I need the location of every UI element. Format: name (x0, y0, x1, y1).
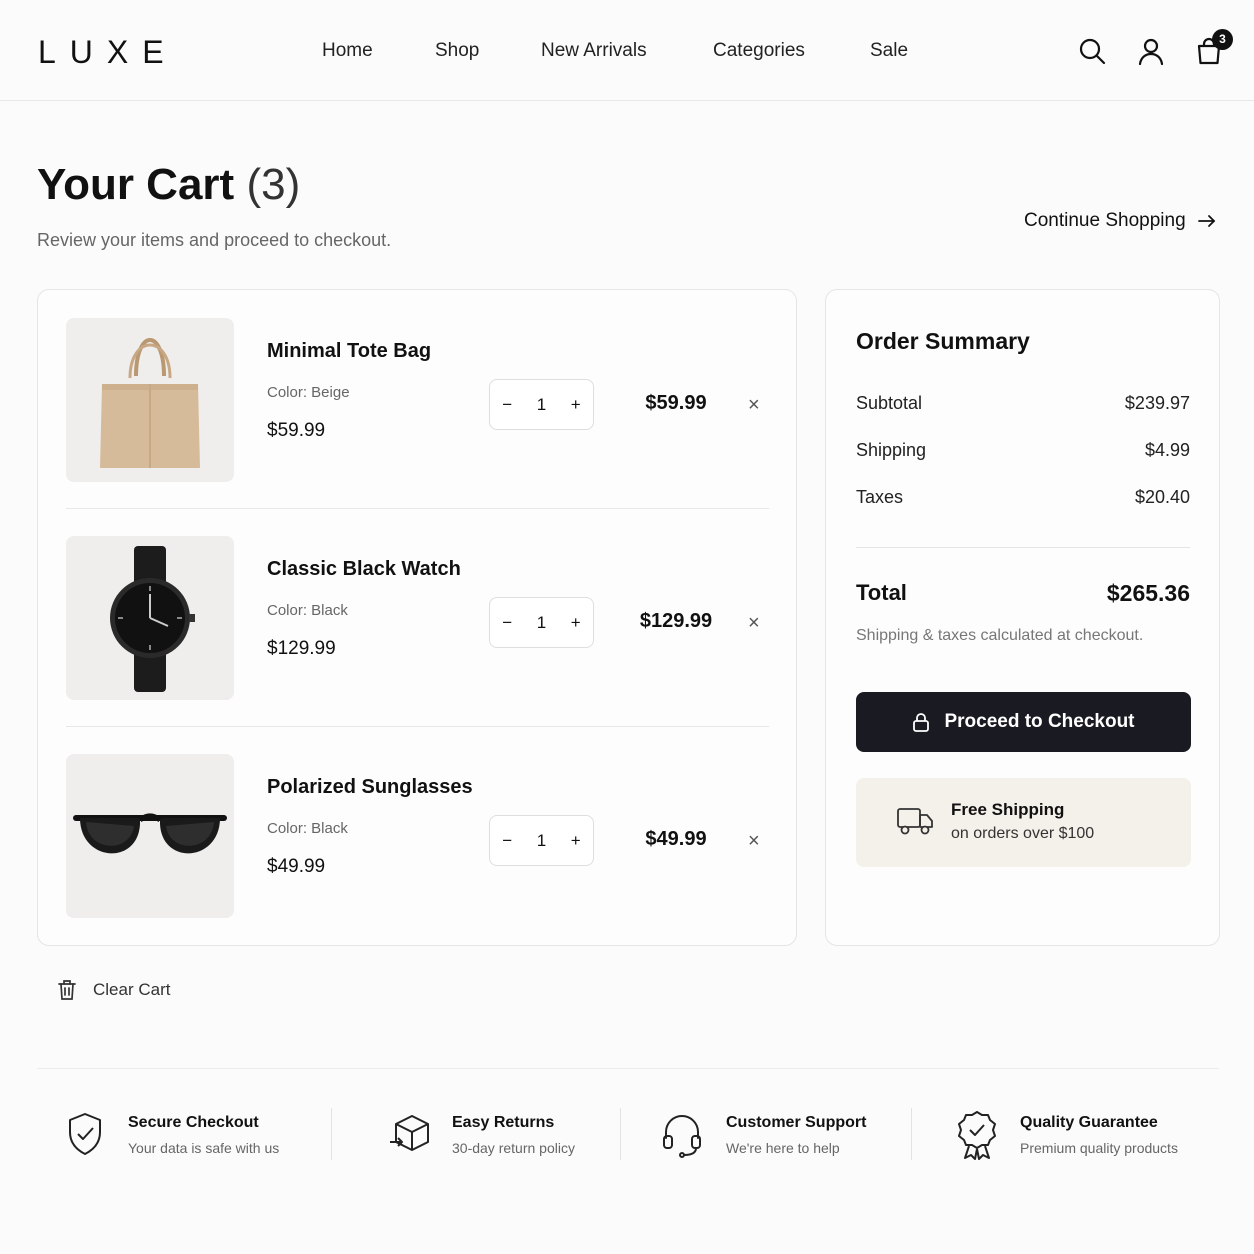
feature-quality-guarantee: Quality Guarantee Premium quality produc… (957, 1108, 1207, 1164)
item-name[interactable]: Minimal Tote Bag (267, 340, 431, 363)
item-divider (66, 508, 769, 509)
site-header: LUXE Home Shop New Arrivals Categories S… (0, 0, 1254, 101)
page-title-text: Your Cart (37, 160, 235, 209)
order-summary-title: Order Summary (856, 328, 1030, 354)
item-unit-price: $129.99 (267, 638, 336, 659)
total-label: Total (856, 580, 907, 605)
item-unit-price: $59.99 (267, 420, 326, 441)
search-icon[interactable] (1077, 36, 1107, 66)
nav-sale[interactable]: Sale (870, 40, 908, 62)
quantity-stepper: − 1 + (489, 815, 594, 866)
feature-separator (911, 1108, 912, 1160)
item-divider (66, 726, 769, 727)
quantity-decrease-button[interactable]: − (502, 613, 512, 633)
summary-divider (856, 547, 1190, 548)
feature-customer-support: Customer Support We're here to help (660, 1108, 890, 1164)
page-title-count: (3) (246, 160, 301, 209)
checkout-label: Proceed to Checkout (944, 711, 1135, 732)
tote-bag-image[interactable] (66, 318, 234, 482)
taxes-label: Taxes (856, 487, 904, 507)
remove-item-button[interactable]: × (748, 394, 760, 417)
quantity-value[interactable]: 1 (537, 613, 546, 633)
feature-title: Secure Checkout (128, 1114, 259, 1131)
feature-title: Quality Guarantee (1020, 1114, 1158, 1131)
continue-shopping-label: Continue Shopping (1024, 210, 1186, 231)
trash-icon (58, 980, 76, 1000)
item-color: Color: Black (267, 602, 348, 619)
shipping-row: Shipping $4.99 (856, 440, 1190, 461)
item-name[interactable]: Polarized Sunglasses (267, 776, 473, 799)
sunglasses-image[interactable] (66, 754, 234, 918)
free-shipping-subtitle: on orders over $100 (951, 825, 1095, 842)
cart-items-panel: Minimal Tote Bag Color: Beige $59.99 − 1… (37, 289, 797, 946)
watch-image[interactable] (66, 536, 234, 700)
feature-title: Customer Support (726, 1114, 867, 1131)
page-subtitle: Review your items and proceed to checkou… (37, 230, 392, 250)
free-shipping-title: Free Shipping (951, 800, 1065, 819)
item-line-total: $49.99 (645, 828, 707, 850)
continue-shopping-link[interactable]: Continue Shopping (1024, 210, 1216, 232)
cart-item: Minimal Tote Bag Color: Beige $59.99 − 1… (66, 318, 770, 482)
quantity-decrease-button[interactable]: − (502, 831, 512, 851)
lock-icon (913, 713, 930, 732)
shield-check-icon (69, 1113, 101, 1155)
quantity-value[interactable]: 1 (537, 831, 546, 851)
item-unit-price: $49.99 (267, 856, 326, 877)
remove-item-button[interactable]: × (748, 830, 760, 853)
feature-easy-returns: Easy Returns 30-day return policy (388, 1108, 608, 1164)
brand-logo[interactable]: LUXE (38, 34, 178, 71)
quantity-stepper: − 1 + (489, 379, 594, 430)
subtotal-value: $239.97 (1124, 393, 1190, 413)
feature-subtitle: Your data is safe with us (128, 1140, 280, 1156)
box-return-icon (390, 1115, 429, 1151)
footer-divider (37, 1068, 1219, 1069)
clear-cart-button[interactable]: Clear Cart (57, 979, 170, 1001)
taxes-value: $20.40 (1134, 487, 1190, 507)
free-shipping-banner: Free Shipping on orders over $100 (856, 778, 1191, 867)
feature-separator (620, 1108, 621, 1160)
item-name[interactable]: Classic Black Watch (267, 558, 461, 581)
headset-icon (663, 1115, 701, 1158)
page-title: Your Cart (3) (37, 160, 300, 210)
item-color: Color: Black (267, 820, 348, 837)
quantity-increase-button[interactable]: + (571, 395, 581, 415)
shipping-value: $4.99 (1144, 440, 1190, 460)
quantity-decrease-button[interactable]: − (502, 395, 512, 415)
item-line-total: $129.99 (639, 610, 713, 632)
quantity-value[interactable]: 1 (537, 395, 546, 415)
nav-shop[interactable]: Shop (435, 40, 479, 62)
quantity-stepper: − 1 + (489, 597, 594, 648)
feature-separator (331, 1108, 332, 1160)
total-row: Total $265.36 (856, 580, 1190, 606)
truck-icon (897, 808, 933, 835)
cart-item: Classic Black Watch Color: Black $129.99… (66, 536, 770, 700)
proceed-to-checkout-button[interactable]: Proceed to Checkout (856, 692, 1191, 752)
cart-count-badge: 3 (1212, 29, 1233, 50)
taxes-row: Taxes $20.40 (856, 487, 1190, 508)
nav-new-arrivals[interactable]: New Arrivals (541, 40, 647, 62)
order-summary-panel: Order Summary Subtotal $239.97 Shipping … (825, 289, 1220, 946)
total-value: $265.36 (1106, 580, 1190, 606)
remove-item-button[interactable]: × (748, 612, 760, 635)
feature-subtitle: 30-day return policy (452, 1140, 575, 1156)
checkout-note: Shipping & taxes calculated at checkout. (856, 627, 1144, 644)
nav-home[interactable]: Home (322, 40, 373, 62)
user-icon[interactable] (1136, 36, 1166, 66)
item-line-total: $59.99 (645, 392, 707, 414)
quantity-increase-button[interactable]: + (571, 831, 581, 851)
award-badge-icon (958, 1111, 996, 1160)
feature-secure-checkout: Secure Checkout Your data is safe with u… (66, 1108, 316, 1164)
cart-item: Polarized Sunglasses Color: Black $49.99… (66, 754, 770, 918)
nav-categories[interactable]: Categories (713, 40, 805, 62)
clear-cart-label: Clear Cart (93, 980, 171, 999)
feature-subtitle: Premium quality products (1020, 1140, 1178, 1156)
feature-title: Easy Returns (452, 1114, 555, 1131)
subtotal-row: Subtotal $239.97 (856, 393, 1190, 414)
subtotal-label: Subtotal (856, 393, 923, 413)
quantity-increase-button[interactable]: + (571, 613, 581, 633)
arrow-right-icon (1197, 215, 1215, 227)
feature-subtitle: We're here to help (726, 1140, 840, 1156)
item-color: Color: Beige (267, 384, 350, 401)
shipping-label: Shipping (856, 440, 927, 460)
